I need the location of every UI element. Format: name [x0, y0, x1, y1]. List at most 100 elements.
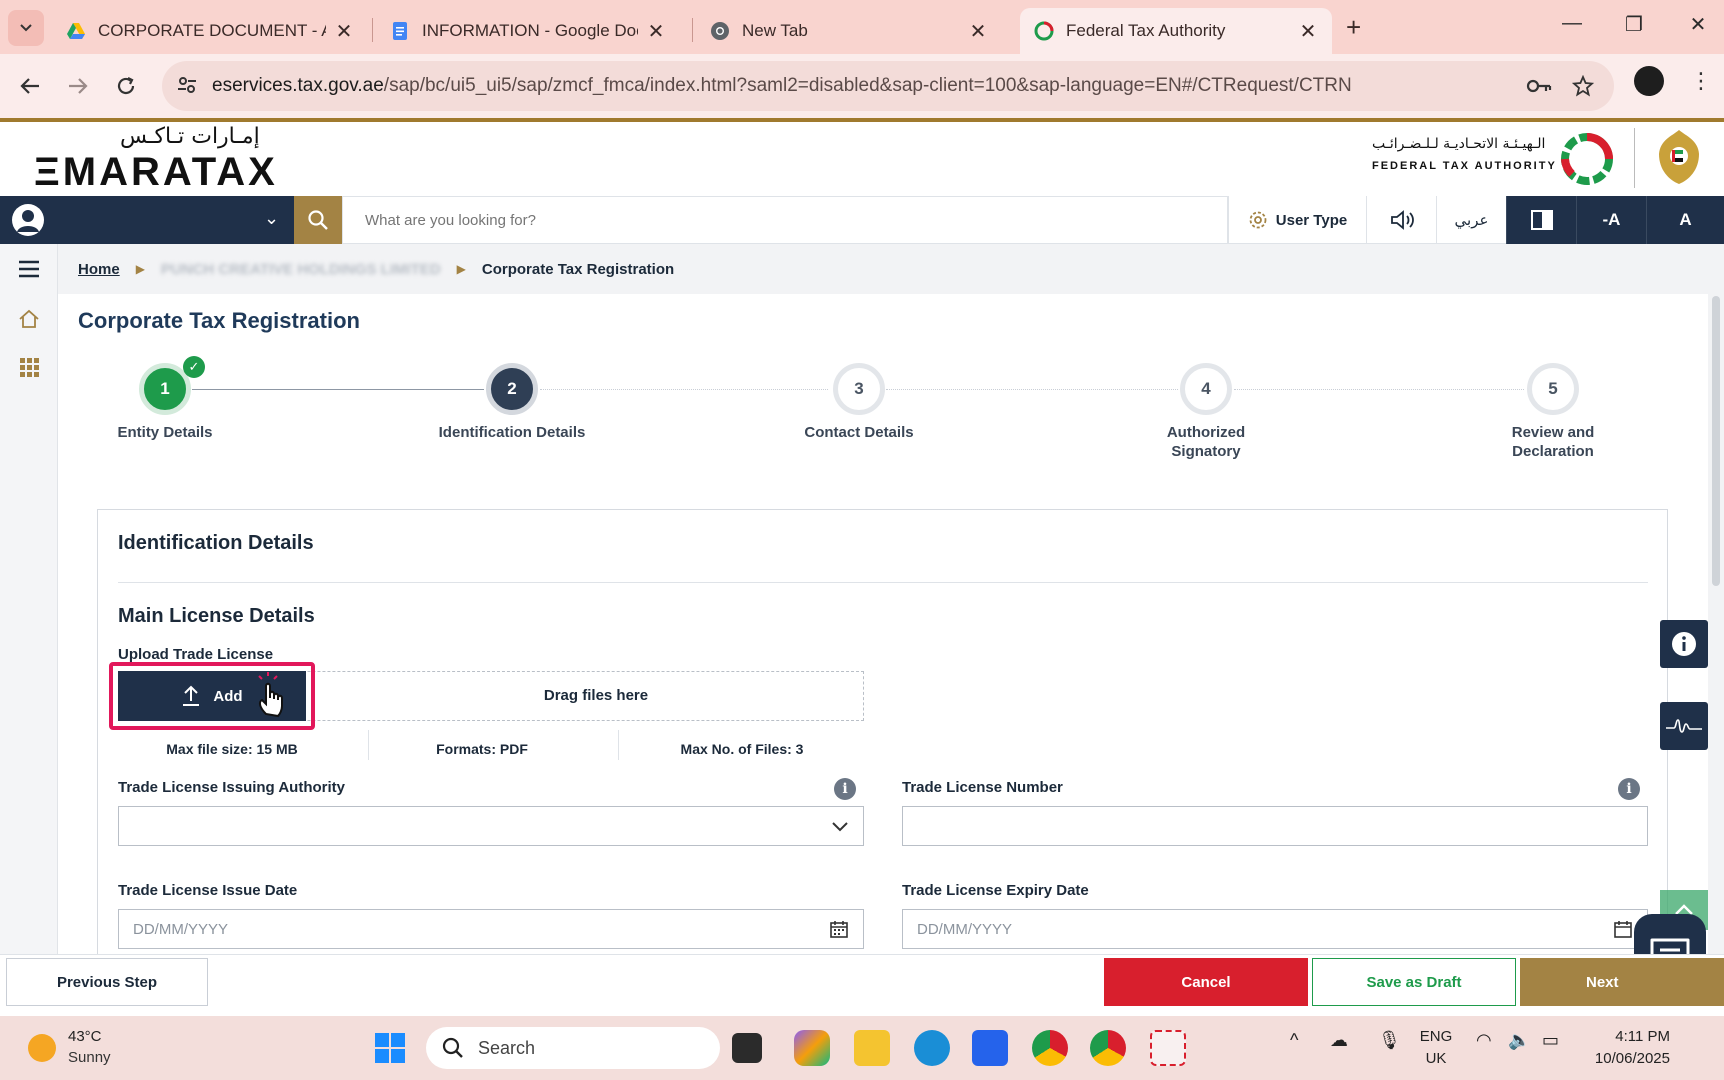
url-text: eservices.tax.gov.ae/sap/bc/ui5_ui5/sap/…	[212, 75, 1352, 97]
cancel-button[interactable]: Cancel	[1104, 958, 1308, 1006]
arabic-language-button[interactable]: عربي	[1436, 196, 1506, 244]
font-decrease-button[interactable]: -A	[1576, 196, 1646, 244]
step-review-declaration[interactable]: 5 Review and Declaration	[1453, 356, 1653, 461]
contrast-toggle[interactable]	[1506, 196, 1576, 244]
portal-search-input[interactable]	[342, 196, 1228, 244]
password-key-icon[interactable]	[1526, 75, 1552, 97]
forward-arrow-icon[interactable]	[62, 70, 94, 102]
font-normal-button[interactable]: A	[1646, 196, 1724, 244]
windows-taskbar: 43°C Sunny Search ^ ☁ 🎙 ENG UK ◠ 🔈 ▭ 4:1…	[0, 1016, 1724, 1080]
breadcrumb-arrow-icon: ▶	[135, 262, 145, 276]
info-icon[interactable]: i	[834, 778, 856, 800]
formats-text: Formats: PDF	[436, 741, 528, 757]
upload-icon	[183, 685, 200, 706]
fta-logo-icon	[1561, 133, 1613, 185]
issue-date-label: Trade License Issue Date	[118, 882, 298, 899]
close-icon[interactable]: ✕	[968, 19, 988, 44]
language-indicator[interactable]: ENG UK	[1418, 1026, 1454, 1070]
step-label: Entity Details	[117, 424, 213, 441]
speaker-icon	[1390, 210, 1414, 230]
close-icon[interactable]: ✕	[646, 19, 666, 44]
sun-icon[interactable]	[28, 1034, 56, 1062]
hamburger-menu-icon[interactable]	[16, 256, 42, 282]
task-view-icon[interactable]	[732, 1033, 762, 1063]
previous-step-button[interactable]: Previous Step	[6, 958, 208, 1006]
step-authorized-signatory[interactable]: 4 Authorized Signatory	[1106, 356, 1306, 461]
issuing-authority-select[interactable]	[118, 806, 864, 846]
breadcrumb-current: Corporate Tax Registration	[481, 260, 675, 278]
license-number-input[interactable]	[902, 806, 1648, 846]
taskbar-clock[interactable]: 4:11 PM 10/06/2025	[1582, 1026, 1670, 1070]
chrome-icon[interactable]	[1032, 1030, 1068, 1066]
minimize-icon[interactable]: —	[1552, 12, 1592, 35]
snipping-tool-icon[interactable]	[1150, 1030, 1186, 1066]
breadcrumb-home-link[interactable]: Home	[78, 261, 120, 278]
close-icon[interactable]: ✕	[334, 19, 354, 44]
step-number: 4	[1180, 363, 1232, 415]
accessibility-button[interactable]	[1660, 702, 1708, 750]
user-menu[interactable]: ⌄	[0, 196, 294, 244]
fta-name-arabic: الـهيـئـة الاتحـاديـة لـلـضـرائـب	[1372, 136, 1546, 152]
info-icon[interactable]: i	[1618, 778, 1640, 800]
save-as-draft-button[interactable]: Save as Draft	[1312, 958, 1516, 1006]
bookmark-star-icon[interactable]	[1572, 75, 1594, 97]
back-arrow-icon[interactable]	[14, 70, 46, 102]
volume-icon[interactable]: 🔈	[1508, 1030, 1530, 1051]
microphone-icon[interactable]: 🎙	[1378, 1030, 1401, 1051]
uae-emblem-icon	[1659, 130, 1699, 184]
info-panel-button[interactable]	[1660, 620, 1708, 668]
chrome-active-icon[interactable]	[1090, 1030, 1126, 1066]
language-region: UK	[1425, 1050, 1447, 1067]
battery-icon[interactable]: ▭	[1542, 1030, 1559, 1051]
expiry-date-label: Trade License Expiry Date	[902, 882, 1089, 899]
browser-menu-icon[interactable]: ⋮	[1690, 68, 1712, 94]
close-icon[interactable]: ✕	[1298, 19, 1318, 44]
calendar-icon[interactable]	[1613, 919, 1633, 939]
site-settings-icon[interactable]	[176, 74, 198, 96]
calendar-icon[interactable]	[829, 919, 849, 939]
tab-new-tab[interactable]: New Tab ✕	[696, 8, 1002, 54]
store-icon[interactable]	[972, 1030, 1008, 1066]
upload-trade-license-label: Upload Trade License	[118, 646, 274, 663]
profile-avatar[interactable]	[1634, 66, 1664, 96]
omnibox[interactable]: eservices.tax.gov.ae/sap/bc/ui5_ui5/sap/…	[162, 61, 1614, 111]
new-tab-button[interactable]: +	[1346, 12, 1361, 43]
user-type-button[interactable]: User Type	[1228, 196, 1366, 244]
breadcrumb-company-link[interactable]: PUNCH CREATIVE HOLDINGS LIMITED	[161, 261, 441, 278]
step-identification-details[interactable]: 2 Identification Details	[412, 356, 612, 442]
max-files-text: Max No. of Files: 3	[680, 741, 804, 757]
restore-icon[interactable]: ❐	[1614, 12, 1654, 37]
browser-tab-strip: CORPORATE DOCUMENT - Acc ✕ INFORMATION -…	[0, 0, 1724, 54]
scrollbar-thumb[interactable]	[1712, 296, 1720, 586]
speaker-button[interactable]	[1366, 196, 1436, 244]
chevron-up-icon[interactable]: ^	[1290, 1030, 1298, 1051]
step-entity-details[interactable]: 1 ✓ Entity Details	[65, 356, 265, 442]
wifi-icon[interactable]: ◠	[1476, 1030, 1492, 1051]
onedrive-icon[interactable]: ☁	[1330, 1030, 1348, 1051]
tab-information-docs[interactable]: INFORMATION - Google Docs ✕	[376, 8, 680, 54]
search-button[interactable]	[294, 196, 342, 244]
window-close-icon[interactable]: ✕	[1678, 12, 1718, 37]
weather-condition[interactable]: Sunny	[68, 1049, 111, 1066]
weather-temperature[interactable]: 43°C	[68, 1028, 102, 1045]
tab-corporate-document[interactable]: CORPORATE DOCUMENT - Acc ✕	[52, 8, 368, 54]
expiry-date-input[interactable]: DD/MM/YYYY	[902, 909, 1648, 949]
tab-federal-tax-authority[interactable]: Federal Tax Authority ✕	[1020, 8, 1332, 54]
next-step-button[interactable]: Next	[1520, 958, 1724, 1006]
edge-icon[interactable]	[914, 1030, 950, 1066]
windows-start-icon[interactable]	[374, 1032, 406, 1064]
reload-icon[interactable]	[110, 70, 142, 102]
file-explorer-icon[interactable]	[854, 1030, 890, 1066]
chevron-down-icon	[832, 822, 848, 832]
issue-date-input[interactable]: DD/MM/YYYY	[118, 909, 864, 949]
page-scrollbar[interactable]	[1708, 294, 1724, 954]
google-drive-icon	[67, 23, 85, 39]
home-icon[interactable]	[16, 306, 42, 332]
taskbar-search[interactable]: Search	[426, 1027, 720, 1069]
step-contact-details[interactable]: 3 Contact Details	[759, 356, 959, 442]
copilot-icon[interactable]	[794, 1030, 830, 1066]
tab-search-button[interactable]	[8, 10, 44, 46]
emaratax-logo[interactable]: ΞMARATAX	[34, 150, 278, 195]
step-label: Authorized Signatory	[1166, 424, 1246, 460]
drag-files-text: Drag files here	[543, 687, 649, 704]
